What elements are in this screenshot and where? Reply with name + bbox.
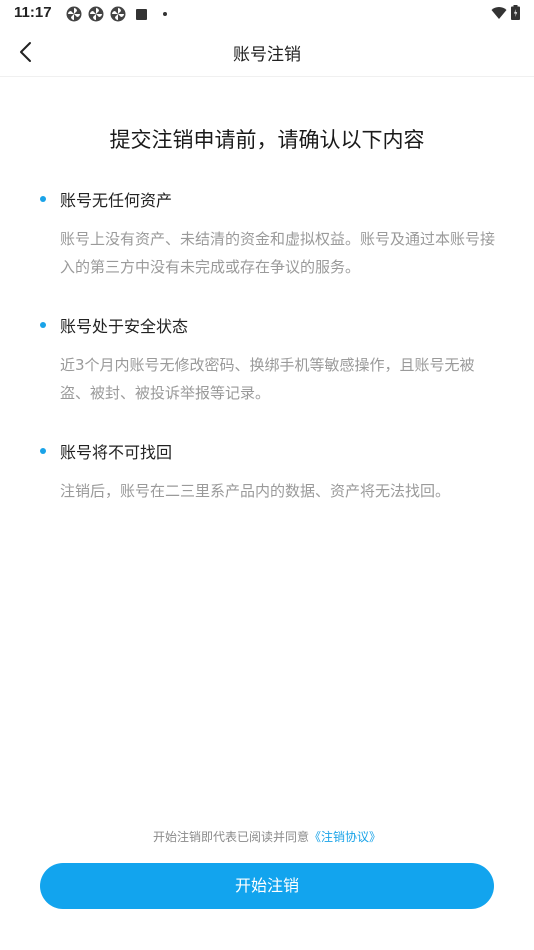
section-title-row: 账号处于安全状态 — [40, 313, 500, 337]
agreement-text: 开始注销即代表已阅读并同意 — [152, 830, 309, 844]
agreement-link[interactable]: 《注销协议》 — [309, 830, 381, 844]
bullet-icon — [40, 322, 46, 328]
status-time: 11:17 — [14, 4, 52, 21]
section-title: 账号处于安全状态 — [60, 317, 189, 336]
bullet-icon — [40, 196, 46, 202]
confirm-heading: 提交注销申请前，请确认以下内容 — [109, 128, 425, 152]
pinwheel-icon — [88, 6, 104, 22]
section-description: 账号上没有资产、未结清的资金和虚拟权益。账号及通过本账号接入的第三方中没有未完成… — [60, 230, 496, 276]
section-title-row: 账号无任何资产 — [40, 187, 500, 211]
section-title-row: 账号将不可找回 — [40, 439, 500, 463]
bullet-icon — [40, 448, 46, 454]
section-no-assets: 账号无任何资产 账号上没有资产、未结清的资金和虚拟权益。账号及通过本账号接入的第… — [40, 187, 500, 281]
status-bar: 11:17 — [0, 0, 534, 28]
start-cancel-button[interactable]: 开始注销 — [40, 863, 494, 909]
notification-icons — [66, 6, 167, 22]
dot-icon — [163, 12, 167, 16]
wifi-icon — [491, 6, 507, 19]
nav-bar: 账号注销 — [0, 28, 534, 77]
agreement-notice: 开始注销即代表已阅读并同意《注销协议》 — [0, 828, 534, 845]
status-right-icons — [491, 5, 520, 20]
battery-icon — [511, 5, 520, 20]
square-icon — [136, 8, 147, 20]
pinwheel-icon — [66, 6, 82, 22]
section-title: 账号无任何资产 — [60, 191, 173, 210]
section-description: 注销后，账号在二三里系产品内的数据、资产将无法找回。 — [60, 482, 451, 500]
section-not-recoverable: 账号将不可找回 注销后，账号在二三里系产品内的数据、资产将无法找回。 — [40, 439, 500, 505]
section-secure-state: 账号处于安全状态 近3个月内账号无修改密码、换绑手机等敏感操作，且账号无被盗、被… — [40, 313, 500, 407]
account-cancel-screen: 11:17 账号注销 提交注销申请前，请确认以下内容 账号无任何资产 账号上没有… — [0, 0, 534, 950]
section-description: 近3个月内账号无修改密码、换绑手机等敏感操作，且账号无被盗、被封、被投诉举报等记… — [60, 356, 475, 402]
section-title: 账号将不可找回 — [60, 443, 173, 462]
pinwheel-icon — [110, 6, 126, 22]
page-title: 账号注销 — [233, 45, 301, 65]
